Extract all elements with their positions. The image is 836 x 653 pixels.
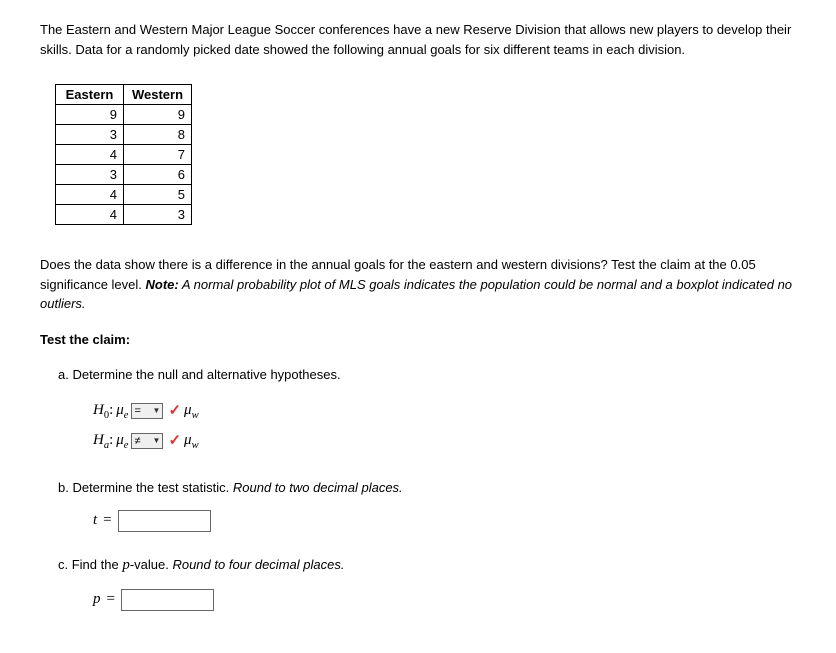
- table-header-row: Eastern Western: [56, 85, 192, 105]
- h0-check-icon: ✓: [168, 397, 181, 426]
- t-var: t: [93, 509, 97, 532]
- note-label: Note:: [146, 277, 179, 292]
- part-b-prompt: b. Determine the test statistic. Round t…: [58, 478, 796, 498]
- eq-sign: =: [107, 588, 115, 611]
- table-row: 36: [56, 165, 192, 185]
- h0-line: H0: μe = ▼ ✓ μw: [93, 396, 796, 426]
- data-table: Eastern Western 99 38 47 36 45 43: [55, 84, 192, 225]
- t-formula: t =: [93, 509, 796, 532]
- part-a: a. Determine the null and alternative hy…: [58, 365, 796, 456]
- h0-select-value: =: [134, 404, 140, 418]
- cell: 3: [56, 165, 124, 185]
- th-eastern: Eastern: [56, 85, 124, 105]
- cell: 4: [56, 205, 124, 225]
- cell: 5: [124, 185, 192, 205]
- mu-e: μe: [116, 426, 128, 456]
- ha-check-icon: ✓: [168, 427, 181, 456]
- cell: 9: [56, 105, 124, 125]
- ha-line: Ha: μe ≠ ▼ ✓ μw: [93, 426, 796, 456]
- ha-select[interactable]: ≠ ▼: [131, 433, 163, 449]
- cell: 4: [56, 185, 124, 205]
- part-c: c. Find the p-value. Round to four decim…: [58, 554, 796, 611]
- mu-w: μw: [184, 396, 199, 426]
- intro-text: The Eastern and Western Major League Soc…: [40, 20, 796, 59]
- p-var: p: [93, 588, 101, 611]
- table-row: 45: [56, 185, 192, 205]
- part-c-prompt: c. Find the p-value. Round to four decim…: [58, 554, 796, 577]
- part-b-hint: Round to two decimal places.: [233, 480, 403, 495]
- chevron-down-icon: ▼: [153, 406, 161, 416]
- table-row: 43: [56, 205, 192, 225]
- cell: 8: [124, 125, 192, 145]
- cell: 7: [124, 145, 192, 165]
- table-row: 38: [56, 125, 192, 145]
- cell: 9: [124, 105, 192, 125]
- part-b: b. Determine the test statistic. Round t…: [58, 478, 796, 532]
- p-var-inline: p: [122, 557, 130, 573]
- p-input[interactable]: [121, 589, 214, 611]
- p-formula: p =: [93, 588, 796, 611]
- test-claim-heading: Test the claim:: [40, 332, 796, 347]
- ha-label: Ha:: [93, 426, 113, 456]
- table-row: 47: [56, 145, 192, 165]
- table-row: 99: [56, 105, 192, 125]
- hypotheses-block: H0: μe = ▼ ✓ μw Ha: μe ≠ ▼ ✓ μw: [93, 396, 796, 456]
- h0-label: H0:: [93, 396, 113, 426]
- h0-select[interactable]: = ▼: [131, 403, 163, 419]
- mu-e: μe: [116, 396, 128, 426]
- cell: 3: [124, 205, 192, 225]
- cell: 6: [124, 165, 192, 185]
- eq-sign: =: [103, 509, 111, 532]
- part-a-prompt: a. Determine the null and alternative hy…: [58, 365, 796, 385]
- cell: 4: [56, 145, 124, 165]
- chevron-down-icon: ▼: [153, 436, 161, 446]
- part-c-hint: Round to four decimal places.: [172, 557, 344, 572]
- t-input[interactable]: [118, 510, 211, 532]
- ha-select-value: ≠: [134, 434, 140, 448]
- question-text: Does the data show there is a difference…: [40, 255, 796, 314]
- mu-w: μw: [184, 426, 199, 456]
- th-western: Western: [124, 85, 192, 105]
- cell: 3: [56, 125, 124, 145]
